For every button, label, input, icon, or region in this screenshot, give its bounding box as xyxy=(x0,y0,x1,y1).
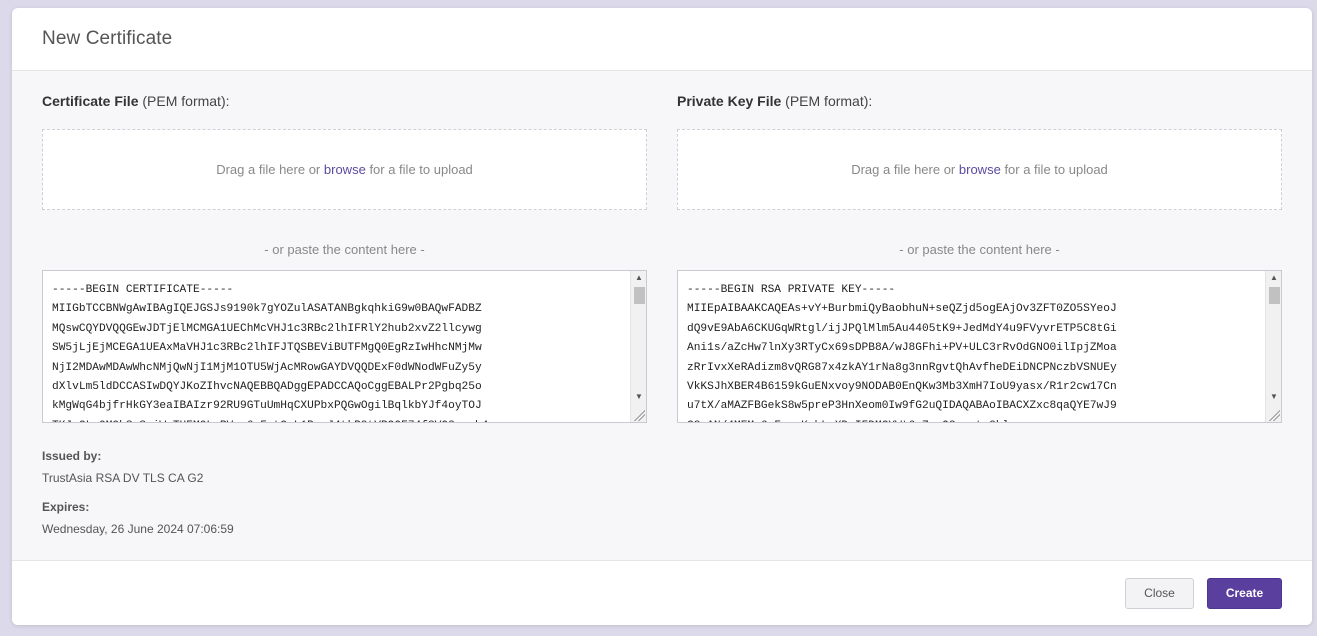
dialog-body: Certificate File (PEM format): Drag a fi… xyxy=(12,71,1312,560)
scroll-down-arrow-icon[interactable]: ▼ xyxy=(631,390,646,404)
private-key-or-paste-text: - or paste the content here - xyxy=(899,242,1060,257)
certificate-textarea[interactable]: -----BEGIN CERTIFICATE----- MIIGbTCCBNWg… xyxy=(42,270,647,423)
private-key-dropzone[interactable]: Drag a file here or browse for a file to… xyxy=(677,129,1282,210)
dialog-header: New Certificate xyxy=(12,8,1312,71)
private-key-browse-link[interactable]: browse xyxy=(959,162,1001,177)
new-certificate-dialog: New Certificate Certificate File (PEM fo… xyxy=(12,8,1312,625)
private-key-file-label-bold: Private Key File xyxy=(677,93,782,109)
dialog-title: New Certificate xyxy=(42,28,173,49)
private-key-drop-suffix: for a file to upload xyxy=(1004,162,1108,177)
certificate-dropzone[interactable]: Drag a file here or browse for a file to… xyxy=(42,129,647,210)
expires-value: Wednesday, 26 June 2024 07:06:59 xyxy=(42,522,234,536)
scroll-up-arrow-icon[interactable]: ▲ xyxy=(631,271,646,285)
certificate-scrollbar[interactable]: ▲ ▼ xyxy=(630,271,646,422)
close-button[interactable]: Close xyxy=(1125,578,1194,609)
scroll-up-arrow-icon[interactable]: ▲ xyxy=(1266,271,1281,285)
create-button[interactable]: Create xyxy=(1207,578,1282,609)
private-key-scrollbar[interactable]: ▲ ▼ xyxy=(1265,271,1281,422)
certificate-file-label-format: (PEM format): xyxy=(142,93,230,109)
certificate-or-paste-text: - or paste the content here - xyxy=(264,242,425,257)
private-key-drop-prefix: Drag a file here or xyxy=(851,162,956,177)
private-key-textarea[interactable]: -----BEGIN RSA PRIVATE KEY----- MIIEpAIB… xyxy=(677,270,1282,423)
certificate-content[interactable]: -----BEGIN CERTIFICATE----- MIIGbTCCBNWg… xyxy=(52,281,630,422)
certificate-file-label-bold: Certificate File xyxy=(42,93,139,109)
private-key-scroll-thumb[interactable] xyxy=(1269,287,1280,304)
private-key-content[interactable]: -----BEGIN RSA PRIVATE KEY----- MIIEpAIB… xyxy=(687,281,1265,422)
private-key-file-label: Private Key File (PEM format): xyxy=(677,93,872,109)
private-key-file-label-format: (PEM format): xyxy=(785,93,873,109)
expires-label: Expires: xyxy=(42,500,90,514)
issued-by-label: Issued by: xyxy=(42,449,102,463)
resize-handle-icon[interactable] xyxy=(1266,407,1280,421)
certificate-scroll-thumb[interactable] xyxy=(634,287,645,304)
scroll-down-arrow-icon[interactable]: ▼ xyxy=(1266,390,1281,404)
certificate-browse-link[interactable]: browse xyxy=(324,162,366,177)
resize-handle-icon[interactable] xyxy=(631,407,645,421)
issued-by-value: TrustAsia RSA DV TLS CA G2 xyxy=(42,471,204,485)
certificate-drop-suffix: for a file to upload xyxy=(369,162,473,177)
certificate-drop-prefix: Drag a file here or xyxy=(216,162,321,177)
dialog-footer: Close Create xyxy=(12,560,1312,625)
certificate-file-label: Certificate File (PEM format): xyxy=(42,93,230,109)
